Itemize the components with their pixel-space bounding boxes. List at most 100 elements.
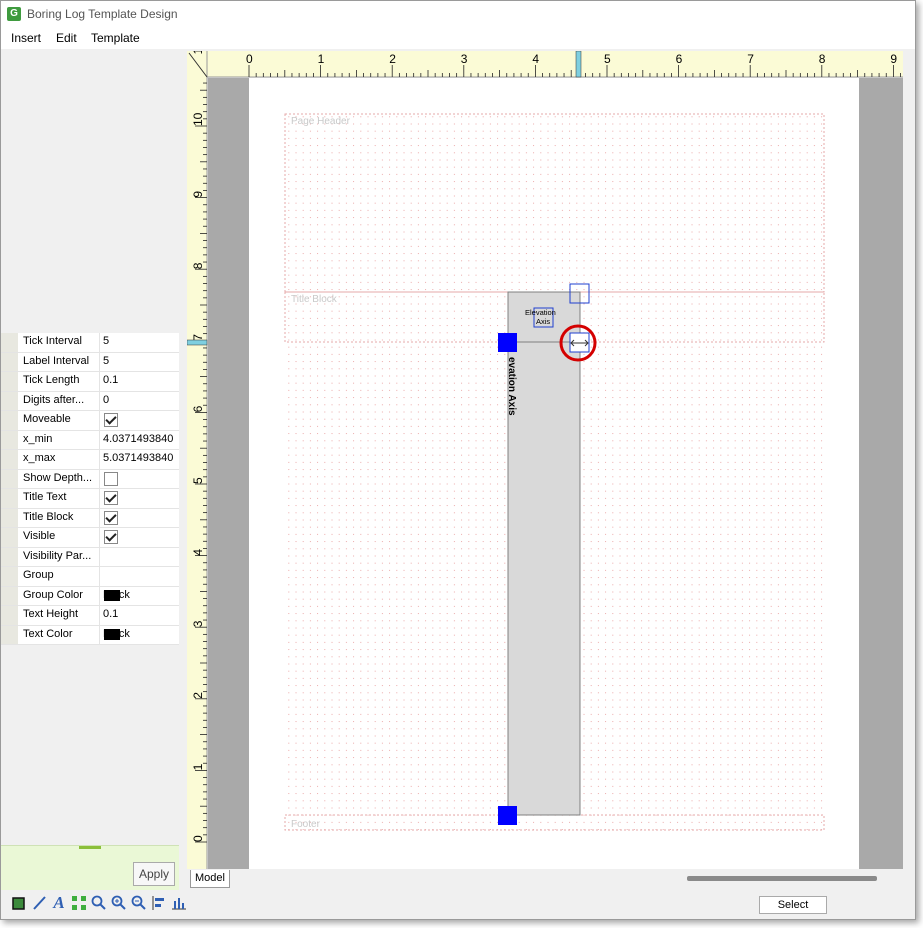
row-gutter [1, 606, 18, 625]
row-gutter [1, 391, 18, 410]
property-value-cell[interactable]: 5 [99, 352, 180, 371]
left-ruler-label: 3 [191, 620, 205, 627]
row-gutter [1, 430, 18, 449]
menu-template[interactable]: Template [91, 31, 140, 45]
property-row[interactable]: x_max 5.0371493840 [1, 450, 179, 470]
property-value: 0.1 [103, 608, 119, 620]
property-row[interactable]: Tick Length 0.1 [1, 372, 179, 392]
property-value-cell[interactable] [99, 567, 180, 586]
title-bar: G Boring Log Template Design [1, 1, 915, 27]
property-value: 0 [103, 393, 110, 406]
property-checkbox[interactable] [104, 530, 118, 544]
property-value-cell[interactable] [99, 489, 180, 508]
property-value-cell[interactable] [99, 547, 180, 566]
left-ruler-label: 4 [191, 549, 205, 556]
property-value-cell[interactable]: 0.1 [99, 372, 180, 391]
top-ruler-label: 6 [676, 52, 683, 66]
property-row[interactable]: Title Text [1, 489, 179, 509]
property-value-cell[interactable]: Black [99, 586, 180, 605]
top-ruler-position-marker [575, 51, 582, 78]
property-row[interactable]: Group Color Black [1, 586, 180, 606]
property-value-cell[interactable] [99, 528, 180, 547]
zoom-icon[interactable] [91, 895, 107, 911]
property-checkbox[interactable] [104, 413, 118, 427]
property-row[interactable]: Text Color Black [1, 625, 180, 645]
tab-model[interactable]: Model [190, 870, 230, 888]
property-value-cell[interactable] [99, 469, 180, 488]
splitter-handle[interactable] [79, 846, 101, 849]
select-rect-icon[interactable] [11, 895, 27, 911]
property-row[interactable]: Tick Interval 5 [1, 333, 179, 353]
property-row[interactable]: Visible [1, 528, 179, 548]
apply-button[interactable]: Apply [133, 862, 175, 886]
zoom-in-icon[interactable] [111, 895, 127, 911]
property-row[interactable]: Group [1, 567, 179, 587]
property-checkbox[interactable] [104, 471, 118, 486]
left-ruler-label: 6 [191, 405, 205, 412]
property-value-cell[interactable] [99, 508, 180, 527]
left-ruler-label: 5 [191, 477, 205, 484]
left-ruler[interactable]: 11109876543210 [187, 51, 208, 869]
top-ruler-label: 2 [389, 52, 396, 66]
property-name: x_max [23, 452, 56, 464]
property-name: Show Depth... [23, 471, 93, 484]
zoom-out-icon[interactable] [131, 895, 147, 911]
top-ruler-label: 5 [604, 52, 611, 66]
apply-area: Apply [1, 845, 179, 890]
property-value-cell[interactable]: 5 [99, 333, 180, 352]
horizontal-scrollbar[interactable] [687, 876, 877, 881]
align-icon[interactable] [151, 895, 167, 911]
row-gutter [1, 508, 18, 527]
move-handle-top[interactable] [498, 333, 517, 352]
elevation-axis-column[interactable] [507, 291, 581, 816]
left-ruler-label: 0 [191, 835, 205, 842]
top-ruler-label: 8 [819, 52, 826, 66]
top-ruler-label: 1 [318, 52, 325, 66]
property-row[interactable]: Show Depth... [1, 469, 180, 489]
property-row[interactable]: Text Height 0.1 [1, 606, 179, 626]
left-ruler-label: 2 [191, 692, 205, 699]
row-gutter [1, 352, 18, 371]
row-gutter [1, 372, 18, 391]
small-label-line2: Axis [536, 317, 550, 326]
row-gutter [1, 333, 18, 352]
property-value: 0.1 [103, 374, 119, 386]
property-value-cell[interactable]: 5.0371493840 [99, 450, 180, 469]
property-name: Text Height [23, 608, 79, 620]
property-value-cell[interactable]: 4.0371493840 [99, 430, 180, 449]
property-name: Group Color [23, 588, 83, 601]
top-ruler-label: 3 [461, 52, 468, 66]
move-handle-bottom[interactable] [498, 806, 517, 825]
property-row[interactable]: Digits after... 0 [1, 391, 180, 411]
property-row[interactable]: Label Interval 5 [1, 352, 180, 372]
property-name: Visible [23, 530, 56, 542]
template-drawing[interactable]: Page Header Title Block Footer evation A… [187, 51, 903, 869]
property-value-cell[interactable]: Black [99, 625, 180, 644]
property-value-cell[interactable]: 0.1 [99, 606, 180, 625]
property-row[interactable]: Title Block [1, 508, 180, 528]
text-icon[interactable]: A [51, 894, 67, 911]
menu-insert[interactable]: Insert [11, 31, 41, 45]
property-grid: Tick Interval 5 Label Interval 5 Tick Length… [1, 333, 179, 645]
property-value-cell[interactable] [99, 411, 180, 430]
property-row[interactable]: Moveable [1, 411, 179, 431]
left-ruler-label: 8 [191, 262, 205, 269]
property-checkbox[interactable] [104, 510, 118, 525]
property-name: Tick Interval [23, 335, 82, 347]
grid-icon[interactable] [71, 895, 87, 911]
chart-icon[interactable] [171, 895, 187, 911]
property-value: 4.0371493840 [103, 432, 174, 445]
property-name: Visibility Par... [23, 549, 92, 562]
sheet-tab-bar: Model [187, 869, 903, 889]
menu-edit[interactable]: Edit [56, 31, 77, 45]
property-row[interactable]: x_min 4.0371493840 [1, 430, 180, 450]
design-canvas[interactable]: Page Header Title Block Footer evation A… [187, 51, 903, 869]
property-value-cell[interactable]: 0 [99, 391, 180, 410]
top-ruler[interactable]: 0 1 2 3 4 5 6 7 8 9 [187, 51, 903, 78]
property-name: Title Text [23, 491, 67, 503]
pencil-icon[interactable] [31, 895, 47, 911]
select-mode-button[interactable]: Select [759, 896, 827, 914]
property-row[interactable]: Visibility Par... [1, 547, 180, 567]
property-checkbox[interactable] [104, 491, 118, 505]
left-ruler-label: 10 [191, 112, 205, 126]
